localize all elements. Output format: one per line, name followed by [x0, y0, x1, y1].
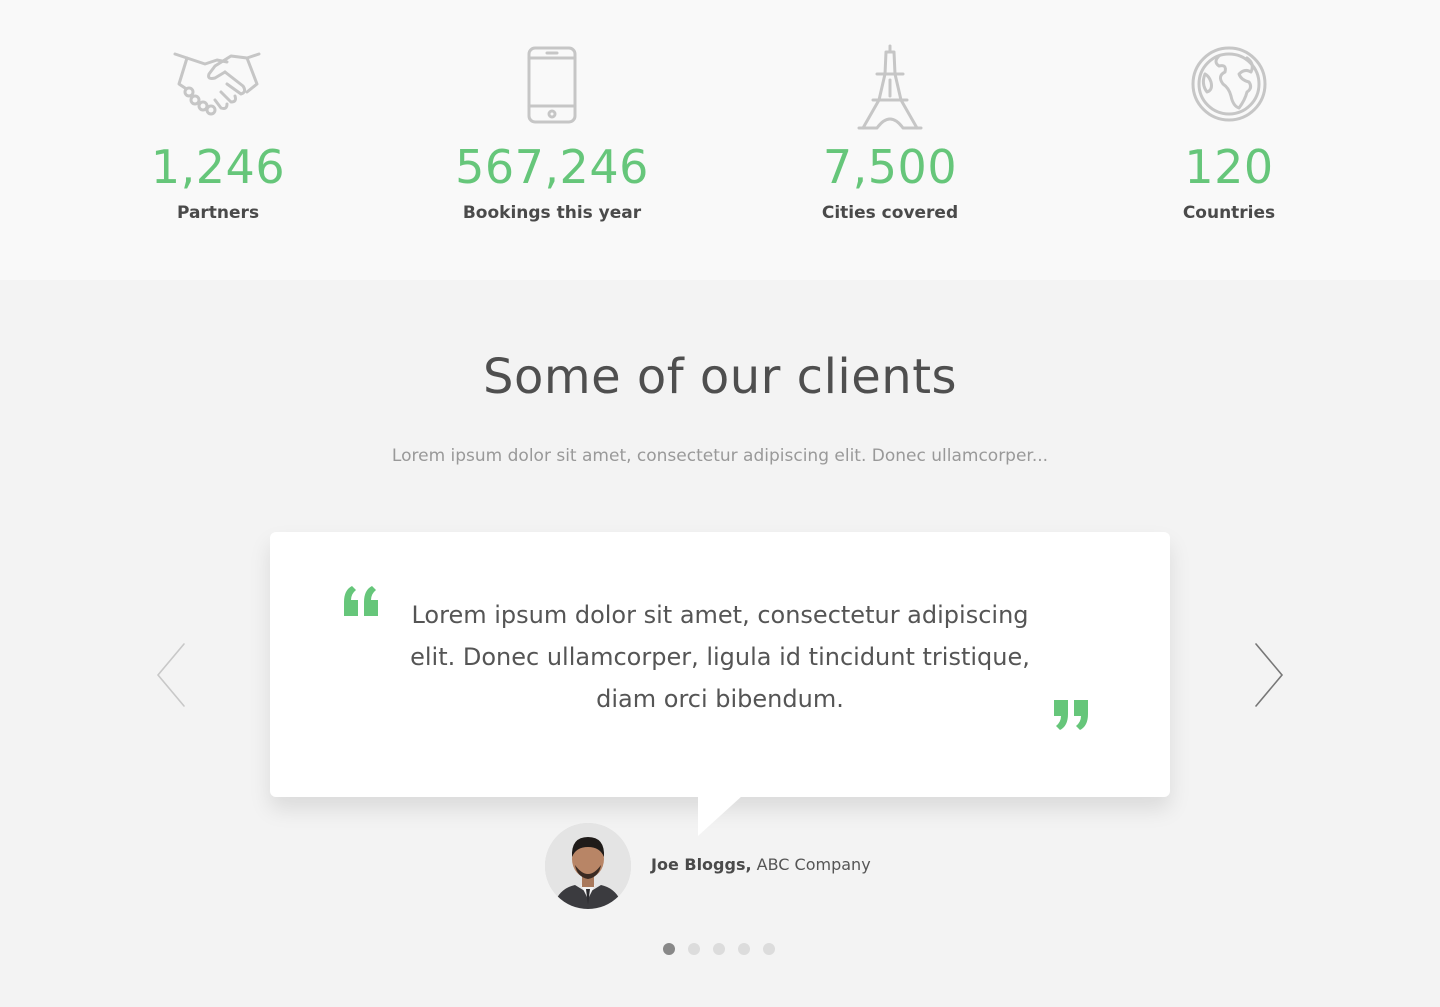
eiffel-tower-icon	[730, 44, 1050, 134]
close-quote-icon	[1052, 698, 1092, 738]
pagination-dot-2[interactable]	[688, 943, 700, 955]
pagination-dot-3[interactable]	[713, 943, 725, 955]
author-name: Joe Bloggs,	[651, 855, 752, 874]
stat-cities: 7,500 Cities covered	[730, 0, 1050, 280]
chevron-left-icon	[156, 643, 185, 707]
testimonial-quote: Lorem ipsum dolor sit amet, consectetur …	[410, 601, 1030, 713]
handshake-icon	[58, 44, 378, 134]
pagination-dot-4[interactable]	[738, 943, 750, 955]
author-company: ABC Company	[756, 855, 871, 874]
pagination-dot-5[interactable]	[763, 943, 775, 955]
stat-label: Partners	[176, 203, 260, 223]
stat-partners: 1,246 Partners	[58, 0, 378, 280]
stat-label: Bookings this year	[462, 203, 642, 223]
avatar	[545, 823, 631, 909]
stat-value: 7,500	[822, 140, 958, 194]
stat-value: 120	[1184, 140, 1274, 194]
stat-value: 1,246	[150, 140, 286, 194]
stats-section: 1,246 Partners 567,246 Bookings this yea…	[0, 0, 1440, 280]
stat-label: Countries	[1182, 203, 1276, 223]
speech-bubble-tail	[698, 796, 742, 836]
section-subheading: Lorem ipsum dolor sit amet, consectetur …	[391, 446, 1049, 466]
testimonial-card: Lorem ipsum dolor sit amet, consectetur …	[270, 532, 1170, 797]
chevron-right-icon	[1255, 643, 1284, 707]
carousel-next-button[interactable]	[1248, 642, 1288, 712]
author-line: Joe Bloggs, ABC Company	[651, 855, 871, 874]
globe-icon	[1069, 44, 1389, 134]
stat-bookings: 567,246 Bookings this year	[392, 0, 712, 280]
smartphone-icon	[392, 44, 712, 134]
open-quote-icon	[342, 582, 382, 622]
clients-section: Some of our clients Lorem ipsum dolor si…	[0, 280, 1440, 1007]
pagination-dot-1[interactable]	[663, 943, 675, 955]
stat-value: 567,246	[455, 140, 649, 194]
carousel-prev-button[interactable]	[152, 642, 192, 712]
carousel-pagination	[663, 943, 775, 955]
stat-countries: 120 Countries	[1069, 0, 1389, 280]
section-heading: Some of our clients	[482, 349, 958, 405]
stat-label: Cities covered	[821, 203, 959, 223]
